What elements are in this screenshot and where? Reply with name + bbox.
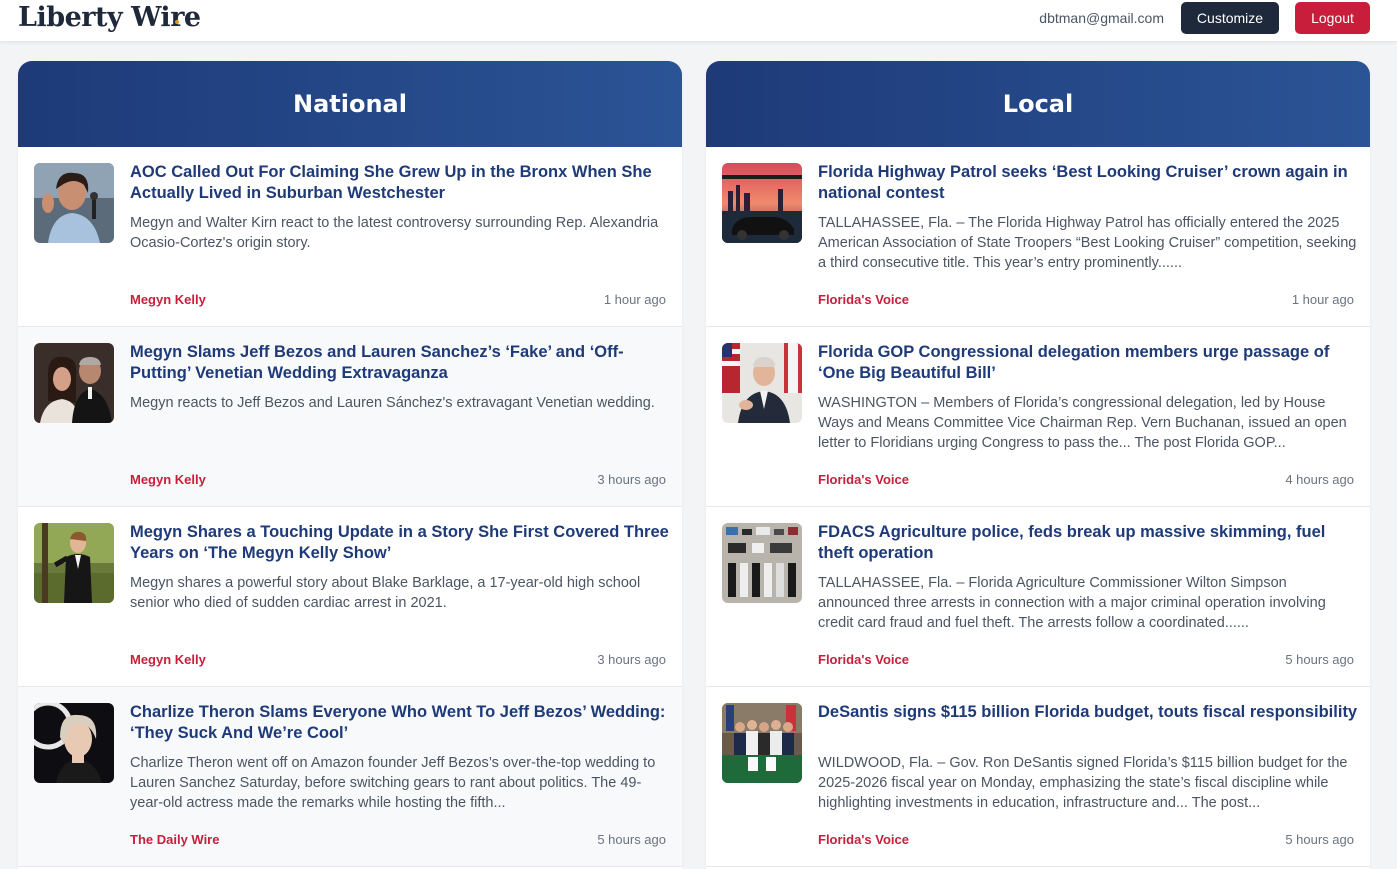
article-card[interactable]: Megyn Slams Jeff Bezos and Lauren Sanche… (18, 327, 682, 507)
article-card[interactable]: FDACS Agriculture police, feds break up … (706, 507, 1370, 687)
article-source[interactable]: Megyn Kelly (130, 472, 206, 487)
article-thumbnail[interactable] (34, 343, 114, 423)
user-email: dbtman@gmail.com (1039, 10, 1164, 26)
article-thumbnail[interactable] (34, 523, 114, 603)
article-card[interactable]: Charlize Theron Slams Everyone Who Went … (18, 687, 682, 867)
article-time: 5 hours ago (597, 832, 666, 847)
local-column-header: Local (706, 61, 1370, 147)
local-news-column: Local Florida Highway Patrol seeks ‘Best… (706, 61, 1370, 869)
congressman-with-flags-image (722, 343, 802, 423)
article-summary: TALLAHASSEE, Fla. – The Florida Highway … (818, 215, 1357, 271)
article-source[interactable]: Florida's Voice (818, 472, 909, 487)
article-thumbnail[interactable] (722, 523, 802, 603)
article-headline[interactable]: Charlize Theron Slams Everyone Who Went … (130, 702, 670, 744)
article-thumbnail[interactable] (34, 703, 114, 783)
article-headline[interactable]: Florida GOP Congressional delegation mem… (818, 342, 1358, 384)
logo-dot-icon (175, 20, 179, 24)
article-summary: Megyn reacts to Jeff Bezos and Lauren Sá… (130, 395, 655, 411)
seized-evidence-table-image (722, 523, 802, 603)
article-summary: WILDWOOD, Fla. – Gov. Ron DeSantis signe… (818, 755, 1348, 811)
local-column-title: Local (1002, 90, 1074, 118)
article-summary: TALLAHASSEE, Fla. – Florida Agriculture … (818, 575, 1326, 631)
logout-button[interactable]: Logout (1295, 2, 1370, 34)
article-time: 5 hours ago (1285, 652, 1354, 667)
article-thumbnail[interactable] (34, 163, 114, 243)
article-summary: Charlize Theron went off on Amazon found… (130, 755, 656, 811)
article-headline[interactable]: Megyn Slams Jeff Bezos and Lauren Sanche… (130, 342, 670, 384)
article-time: 3 hours ago (597, 472, 666, 487)
article-time: 1 hour ago (1291, 292, 1354, 307)
article-card[interactable]: Florida Highway Patrol seeks ‘Best Looki… (706, 147, 1370, 327)
article-card[interactable]: Florida GOP Congressional delegation mem… (706, 327, 1370, 507)
article-source[interactable]: The Daily Wire (130, 832, 219, 847)
customize-button[interactable]: Customize (1181, 2, 1279, 34)
article-source[interactable]: Megyn Kelly (130, 292, 206, 307)
article-source[interactable]: Florida's Voice (818, 832, 909, 847)
woman-speaking-at-microphone-image (34, 163, 114, 243)
national-column-header: National (18, 61, 682, 147)
article-thumbnail[interactable] (722, 703, 802, 783)
article-card[interactable]: DeSantis signs $115 billion Florida budg… (706, 687, 1370, 867)
article-time: 3 hours ago (597, 652, 666, 667)
article-headline[interactable]: Florida Highway Patrol seeks ‘Best Looki… (818, 162, 1358, 204)
article-time: 4 hours ago (1285, 472, 1354, 487)
article-headline[interactable]: AOC Called Out For Claiming She Grew Up … (130, 162, 670, 204)
police-cruiser-at-sunset-image (722, 163, 802, 243)
article-thumbnail[interactable] (722, 163, 802, 243)
blonde-woman-portrait-image (34, 703, 114, 783)
article-headline[interactable]: DeSantis signs $115 billion Florida budg… (818, 702, 1358, 723)
article-card[interactable]: Megyn Shares a Touching Update in a Stor… (18, 507, 682, 687)
teen-in-tuxedo-image (34, 523, 114, 603)
article-thumbnail[interactable] (722, 343, 802, 423)
couple-photo-image (34, 343, 114, 423)
article-card[interactable]: AOC Called Out For Claiming She Grew Up … (18, 147, 682, 327)
national-news-column: National AOC Called Out For Claiming She… (18, 61, 682, 869)
article-summary: Megyn and Walter Kirn react to the lates… (130, 215, 659, 251)
article-summary: WASHINGTON – Members of Florida’s congre… (818, 395, 1347, 451)
article-source[interactable]: Florida's Voice (818, 652, 909, 667)
article-time: 1 hour ago (603, 292, 666, 307)
article-headline[interactable]: FDACS Agriculture police, feds break up … (818, 522, 1358, 564)
article-source[interactable]: Florida's Voice (818, 292, 909, 307)
top-navbar: Liberty Wire dbtman@gmail.com Customize … (0, 0, 1397, 42)
article-summary: Megyn shares a powerful story about Blak… (130, 575, 641, 611)
article-source[interactable]: Megyn Kelly (130, 652, 206, 667)
article-headline[interactable]: Megyn Shares a Touching Update in a Stor… (130, 522, 670, 564)
budget-signing-ceremony-image (722, 703, 802, 783)
national-column-title: National (293, 90, 407, 118)
site-logo[interactable]: Liberty Wire (18, 2, 201, 33)
article-time: 5 hours ago (1285, 832, 1354, 847)
